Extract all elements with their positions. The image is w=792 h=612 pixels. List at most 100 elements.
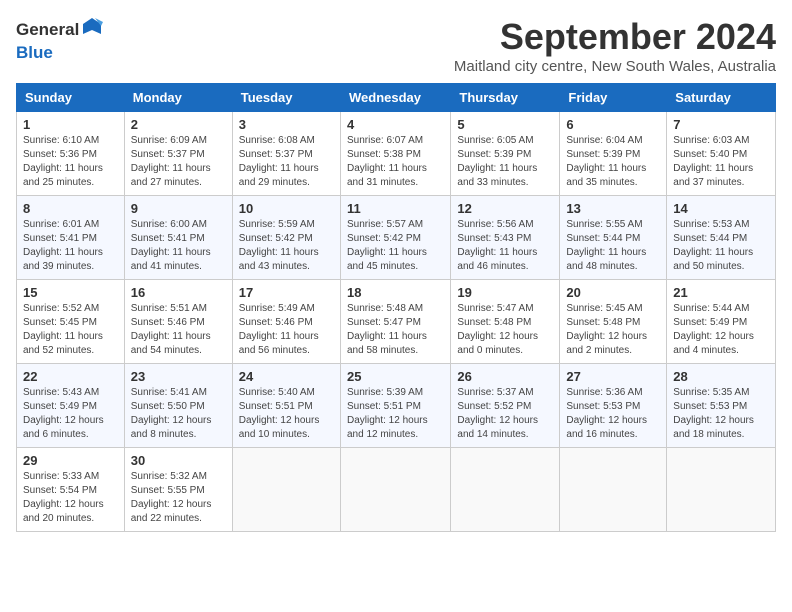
day-number: 11 (347, 201, 444, 216)
calendar-cell: 20 Sunrise: 5:45 AMSunset: 5:48 PMDayligh… (560, 280, 667, 364)
day-info: Sunrise: 6:10 AMSunset: 5:36 PMDaylight:… (23, 134, 118, 190)
day-info: Sunrise: 5:43 AMSunset: 5:49 PMDaylight:… (23, 386, 118, 442)
day-info: Sunrise: 5:33 AMSunset: 5:54 PMDaylight:… (23, 470, 118, 526)
day-number: 20 (566, 285, 660, 300)
day-number: 14 (673, 201, 769, 216)
day-info: Sunrise: 5:44 AMSunset: 5:49 PMDaylight:… (673, 302, 769, 358)
calendar-body: 1 Sunrise: 6:10 AMSunset: 5:36 PMDaylight… (17, 112, 776, 532)
day-number: 1 (23, 117, 118, 132)
day-info: Sunrise: 5:48 AMSunset: 5:47 PMDaylight:… (347, 302, 444, 358)
day-info: Sunrise: 5:41 AMSunset: 5:50 PMDaylight:… (131, 386, 226, 442)
day-of-week-header: Tuesday (232, 84, 340, 112)
day-of-week-header: Saturday (667, 84, 776, 112)
calendar-cell (667, 448, 776, 532)
calendar-cell: 30 Sunrise: 5:32 AMSunset: 5:55 PMDayligh… (124, 448, 232, 532)
day-number: 9 (131, 201, 226, 216)
day-number: 15 (23, 285, 118, 300)
calendar-cell: 11Sunrise: 5:57 AMSunset: 5:42 PMDayligh… (340, 196, 450, 280)
calendar-cell: 22 Sunrise: 5:43 AMSunset: 5:49 PMDayligh… (17, 364, 125, 448)
day-of-week-header: Monday (124, 84, 232, 112)
month-title: September 2024 (454, 16, 776, 58)
day-of-week-header: Thursday (451, 84, 560, 112)
calendar-week-row: 1 Sunrise: 6:10 AMSunset: 5:36 PMDaylight… (17, 112, 776, 196)
day-info: Sunrise: 6:01 AMSunset: 5:41 PMDaylight:… (23, 218, 118, 274)
calendar-cell (560, 448, 667, 532)
calendar-cell: 21 Sunrise: 5:44 AMSunset: 5:49 PMDayligh… (667, 280, 776, 364)
day-number: 17 (239, 285, 334, 300)
calendar-week-row: 15 Sunrise: 5:52 AMSunset: 5:45 PMDayligh… (17, 280, 776, 364)
calendar-cell: 17 Sunrise: 5:49 AMSunset: 5:46 PMDayligh… (232, 280, 340, 364)
day-number: 12 (457, 201, 553, 216)
calendar-cell: 24 Sunrise: 5:40 AMSunset: 5:51 PMDayligh… (232, 364, 340, 448)
day-of-week-header: Sunday (17, 84, 125, 112)
calendar-cell: 28Sunrise: 5:35 AMSunset: 5:53 PMDayligh… (667, 364, 776, 448)
calendar-cell (451, 448, 560, 532)
day-info: Sunrise: 6:05 AMSunset: 5:39 PMDaylight:… (457, 134, 553, 190)
calendar: SundayMondayTuesdayWednesdayThursdayFrid… (16, 83, 776, 532)
calendar-cell: 15 Sunrise: 5:52 AMSunset: 5:45 PMDayligh… (17, 280, 125, 364)
calendar-week-row: 29 Sunrise: 5:33 AMSunset: 5:54 PMDayligh… (17, 448, 776, 532)
calendar-cell: 27Sunrise: 5:36 AMSunset: 5:53 PMDayligh… (560, 364, 667, 448)
calendar-week-row: 22 Sunrise: 5:43 AMSunset: 5:49 PMDayligh… (17, 364, 776, 448)
day-info: Sunrise: 5:40 AMSunset: 5:51 PMDaylight:… (239, 386, 334, 442)
day-number: 25 (347, 369, 444, 384)
day-info: Sunrise: 5:37 AMSunset: 5:52 PMDaylight:… (457, 386, 553, 442)
calendar-cell: 9 Sunrise: 6:00 AMSunset: 5:41 PMDaylight… (124, 196, 232, 280)
day-number: 2 (131, 117, 226, 132)
calendar-cell: 14 Sunrise: 5:53 AMSunset: 5:44 PMDayligh… (667, 196, 776, 280)
day-of-week-header: Wednesday (340, 84, 450, 112)
calendar-cell: 29 Sunrise: 5:33 AMSunset: 5:54 PMDayligh… (17, 448, 125, 532)
day-number: 16 (131, 285, 226, 300)
calendar-cell (340, 448, 450, 532)
calendar-cell: 4Sunrise: 6:07 AMSunset: 5:38 PMDaylight… (340, 112, 450, 196)
day-info: Sunrise: 5:51 AMSunset: 5:46 PMDaylight:… (131, 302, 226, 358)
day-info: Sunrise: 5:45 AMSunset: 5:48 PMDaylight:… (566, 302, 660, 358)
day-info: Sunrise: 5:56 AMSunset: 5:43 PMDaylight:… (457, 218, 553, 274)
calendar-cell: 1 Sunrise: 6:10 AMSunset: 5:36 PMDaylight… (17, 112, 125, 196)
day-number: 19 (457, 285, 553, 300)
calendar-cell: 7 Sunrise: 6:03 AMSunset: 5:40 PMDaylight… (667, 112, 776, 196)
day-number: 3 (239, 117, 334, 132)
calendar-cell: 23 Sunrise: 5:41 AMSunset: 5:50 PMDayligh… (124, 364, 232, 448)
day-number: 28 (673, 369, 769, 384)
day-number: 8 (23, 201, 118, 216)
calendar-cell: 26 Sunrise: 5:37 AMSunset: 5:52 PMDayligh… (451, 364, 560, 448)
day-number: 4 (347, 117, 444, 132)
day-info: Sunrise: 6:09 AMSunset: 5:37 PMDaylight:… (131, 134, 226, 190)
day-info: Sunrise: 5:52 AMSunset: 5:45 PMDaylight:… (23, 302, 118, 358)
calendar-cell: 18Sunrise: 5:48 AMSunset: 5:47 PMDayligh… (340, 280, 450, 364)
day-info: Sunrise: 5:49 AMSunset: 5:46 PMDaylight:… (239, 302, 334, 358)
day-info: Sunrise: 5:32 AMSunset: 5:55 PMDaylight:… (131, 470, 226, 526)
day-number: 21 (673, 285, 769, 300)
day-info: Sunrise: 6:04 AMSunset: 5:39 PMDaylight:… (566, 134, 660, 190)
calendar-cell: 2 Sunrise: 6:09 AMSunset: 5:37 PMDaylight… (124, 112, 232, 196)
day-number: 30 (131, 453, 226, 468)
day-number: 23 (131, 369, 226, 384)
title-block: September 2024 Maitland city centre, New… (454, 16, 776, 75)
day-info: Sunrise: 5:55 AMSunset: 5:44 PMDaylight:… (566, 218, 660, 274)
day-info: Sunrise: 6:08 AMSunset: 5:37 PMDaylight:… (239, 134, 334, 190)
calendar-cell: 3 Sunrise: 6:08 AMSunset: 5:37 PMDaylight… (232, 112, 340, 196)
day-number: 24 (239, 369, 334, 384)
day-number: 29 (23, 453, 118, 468)
day-info: Sunrise: 5:53 AMSunset: 5:44 PMDaylight:… (673, 218, 769, 274)
logo-blue: Blue (16, 43, 53, 63)
day-info: Sunrise: 5:47 AMSunset: 5:48 PMDaylight:… (457, 302, 553, 358)
header: General Blue September 2024 Maitland cit… (16, 16, 776, 75)
calendar-cell: 25Sunrise: 5:39 AMSunset: 5:51 PMDayligh… (340, 364, 450, 448)
calendar-cell: 10Sunrise: 5:59 AMSunset: 5:42 PMDayligh… (232, 196, 340, 280)
day-info: Sunrise: 6:03 AMSunset: 5:40 PMDaylight:… (673, 134, 769, 190)
day-number: 7 (673, 117, 769, 132)
day-info: Sunrise: 6:00 AMSunset: 5:41 PMDaylight:… (131, 218, 226, 274)
calendar-header-row: SundayMondayTuesdayWednesdayThursdayFrid… (17, 84, 776, 112)
day-number: 13 (566, 201, 660, 216)
calendar-cell: 16 Sunrise: 5:51 AMSunset: 5:46 PMDayligh… (124, 280, 232, 364)
calendar-cell: 8 Sunrise: 6:01 AMSunset: 5:41 PMDaylight… (17, 196, 125, 280)
day-of-week-header: Friday (560, 84, 667, 112)
day-number: 6 (566, 117, 660, 132)
logo-bird-icon (81, 16, 103, 43)
subtitle: Maitland city centre, New South Wales, A… (454, 58, 776, 75)
day-number: 22 (23, 369, 118, 384)
day-info: Sunrise: 5:36 AMSunset: 5:53 PMDaylight:… (566, 386, 660, 442)
day-number: 26 (457, 369, 553, 384)
